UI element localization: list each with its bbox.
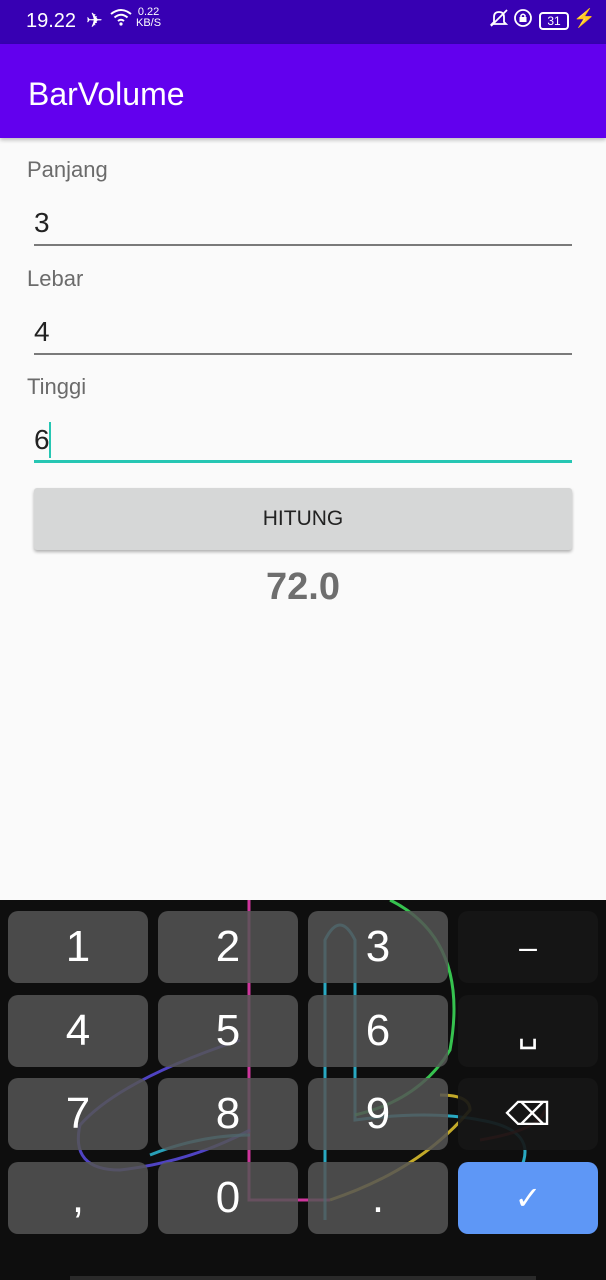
battery-icon: 31 [539, 12, 569, 30]
app-title: BarVolume [28, 76, 185, 112]
key-0[interactable]: 0 [158, 1162, 298, 1234]
network-speed: 0.22 KB/S [136, 7, 161, 29]
key-8[interactable]: 8 [158, 1078, 298, 1150]
key-space[interactable]: ␣ [458, 995, 598, 1067]
key-6[interactable]: 6 [308, 995, 448, 1067]
backspace-key[interactable]: ⌫ [458, 1078, 598, 1150]
panjang-label: Panjang [27, 157, 108, 182]
key-7[interactable]: 7 [8, 1078, 148, 1150]
nav-gesture-bar [70, 1276, 536, 1280]
tinggi-input[interactable] [34, 419, 572, 463]
network-speed-unit: KB/S [136, 17, 162, 29]
hitung-button[interactable]: HITUNG [34, 488, 572, 550]
key-9[interactable]: 9 [308, 1078, 448, 1150]
app-bar: BarVolume [0, 44, 606, 138]
result-value: 72.0 [266, 566, 340, 608]
status-bar: 19.22 ✈ 0.22 KB/S 31 ⚡ [0, 0, 606, 44]
numeric-keyboard: 1 2 3 – 4 5 6 ␣ 7 8 9 ⌫ , 0 . ✓ [0, 900, 606, 1280]
key-minus[interactable]: – [458, 911, 598, 983]
airplane-icon: ✈ [86, 10, 103, 32]
key-1[interactable]: 1 [8, 911, 148, 983]
text-cursor [49, 422, 51, 458]
key-period[interactable]: . [308, 1162, 448, 1234]
lebar-label: Lebar [27, 266, 84, 291]
panjang-input[interactable] [34, 202, 572, 246]
status-time: 19.22 [26, 10, 77, 32]
key-2[interactable]: 2 [158, 911, 298, 983]
lock-rotation-icon [513, 8, 533, 33]
bell-off-icon [489, 8, 509, 33]
key-5[interactable]: 5 [158, 995, 298, 1067]
wifi-icon [110, 8, 132, 31]
lebar-input[interactable] [34, 311, 572, 355]
done-check-key[interactable]: ✓ [458, 1162, 598, 1234]
key-4[interactable]: 4 [8, 995, 148, 1067]
key-3[interactable]: 3 [308, 911, 448, 983]
tinggi-label: Tinggi [27, 374, 87, 399]
key-comma[interactable]: , [8, 1162, 148, 1234]
charging-icon: ⚡ [573, 8, 596, 28]
